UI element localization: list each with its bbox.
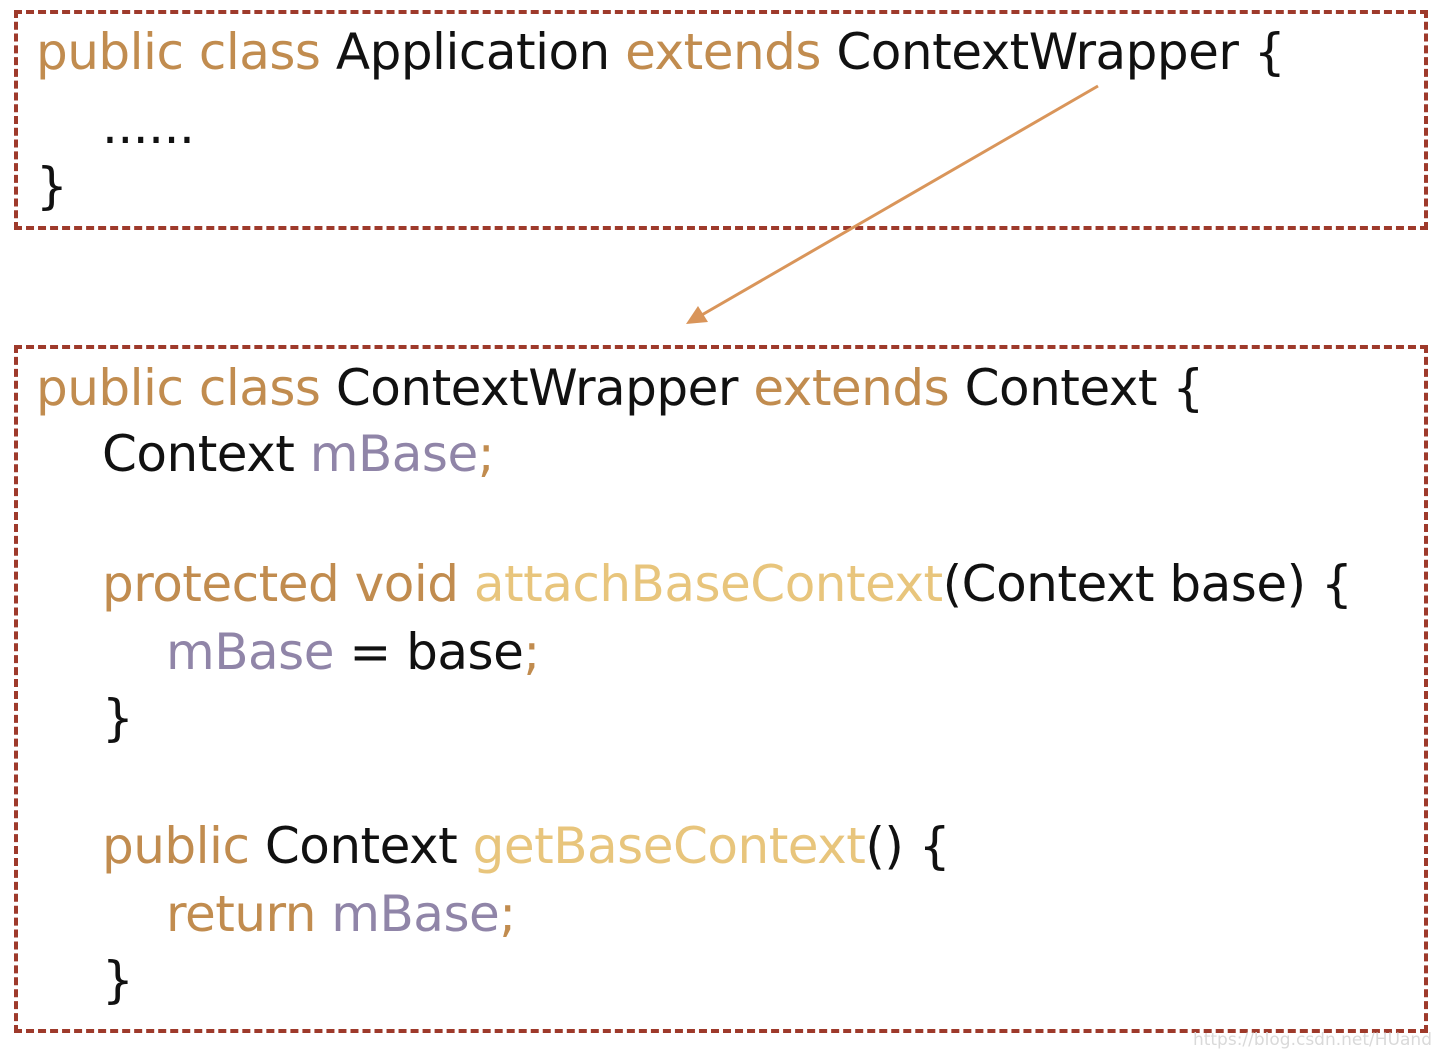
- semicolon: ;: [523, 623, 540, 681]
- field-name: mBase: [309, 425, 478, 483]
- method-params: (Context base) {: [942, 555, 1353, 613]
- field-type: Context: [102, 425, 295, 483]
- assign-expression: = base: [349, 623, 524, 681]
- ellipsis: ......: [102, 97, 195, 155]
- keyword-public-class: public class: [36, 23, 321, 81]
- assign-target: mBase: [166, 623, 334, 681]
- keyword-protected-void: protected void: [102, 555, 459, 613]
- return-type: Context: [264, 817, 458, 875]
- semicolon: ;: [477, 425, 495, 483]
- assignment-statement: mBase = base;: [166, 622, 540, 682]
- keyword-return: return: [166, 885, 316, 943]
- return-statement: return mBase;: [166, 884, 516, 944]
- keyword-public-class: public class: [36, 359, 321, 417]
- attach-method-signature: protected void attachBaseContext(Context…: [102, 554, 1353, 614]
- method-name-getbasecontext: getBaseContext: [472, 817, 866, 875]
- keyword-extends: extends: [625, 23, 821, 81]
- get-method-closing-brace: }: [102, 951, 134, 1009]
- class-name-contextwrapper: ContextWrapper: [335, 359, 739, 417]
- method-parens: () {: [865, 817, 951, 875]
- arrow-head: [686, 306, 708, 324]
- return-value: mBase: [331, 885, 500, 943]
- parent-class-contextwrapper: ContextWrapper {: [836, 23, 1286, 81]
- application-closing-brace: }: [36, 157, 68, 215]
- watermark: https://blog.csdn.net/HUand: [1192, 1030, 1432, 1050]
- method-name-attachbasecontext: attachBaseContext: [473, 555, 943, 613]
- ellipsis-line: ......: [102, 96, 195, 156]
- field-declaration: Context mBase;: [102, 424, 495, 484]
- keyword-extends: extends: [753, 359, 950, 417]
- keyword-public: public: [102, 817, 250, 875]
- attach-method-closing-brace: }: [102, 689, 134, 747]
- class-name-application: Application: [335, 23, 610, 81]
- contextwrapper-class-declaration: public class ContextWrapper extends Cont…: [36, 358, 1204, 418]
- get-method-signature: public Context getBaseContext() {: [102, 816, 951, 876]
- application-class-declaration: public class Application extends Context…: [36, 22, 1286, 82]
- parent-class-context: Context {: [964, 359, 1205, 417]
- semicolon: ;: [499, 885, 516, 943]
